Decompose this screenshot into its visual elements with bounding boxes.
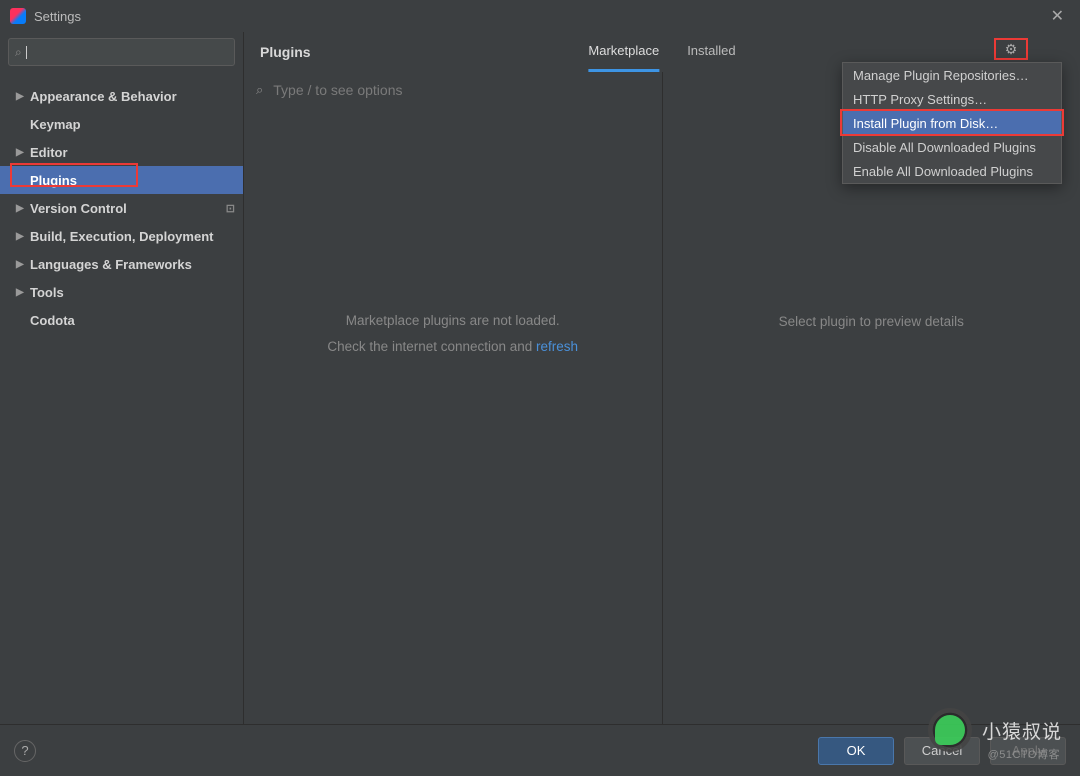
settings-tree: ▶Appearance & Behavior Keymap ▶Editor Pl…	[0, 72, 243, 334]
plugin-list-column: ⌕ Type / to see options Marketplace plug…	[244, 72, 663, 724]
gear-button[interactable]: ⚙	[994, 38, 1028, 60]
sidebar-item-version-control[interactable]: ▶Version Control ⊡	[0, 194, 243, 222]
search-placeholder: Type / to see options	[273, 82, 402, 98]
sidebar-item-label: Codota	[30, 313, 75, 328]
sidebar-item-label: Version Control	[30, 201, 127, 216]
empty-state: Marketplace plugins are not loaded. Chec…	[244, 108, 662, 724]
close-icon[interactable]: ✕	[1045, 6, 1070, 26]
sidebar-item-label: Appearance & Behavior	[30, 89, 177, 104]
sidebar-item-build-execution-deployment[interactable]: ▶Build, Execution, Deployment	[0, 222, 243, 250]
sidebar-item-codota[interactable]: Codota	[0, 306, 243, 334]
watermark-logo	[928, 708, 972, 752]
sidebar-item-label: Build, Execution, Deployment	[30, 229, 213, 244]
app-icon	[10, 8, 26, 24]
refresh-link[interactable]: refresh	[536, 339, 578, 354]
help-button[interactable]: ?	[14, 740, 36, 762]
chevron-right-icon: ▶	[16, 287, 30, 298]
tab-installed[interactable]: Installed	[687, 32, 735, 72]
chevron-right-icon: ▶	[16, 91, 30, 102]
sidebar-item-label: Plugins	[30, 173, 77, 188]
empty-state-text: Check the internet connection and	[327, 339, 536, 354]
chevron-right-icon: ▶	[16, 259, 30, 270]
sidebar-item-appearance-behavior[interactable]: ▶Appearance & Behavior	[0, 82, 243, 110]
titlebar: Settings ✕	[0, 0, 1080, 32]
menu-enable-all[interactable]: Enable All Downloaded Plugins	[843, 159, 1061, 183]
sidebar-search-input[interactable]: ⌕	[8, 38, 235, 66]
tabs: Marketplace Installed	[588, 32, 735, 72]
empty-state-line2: Check the internet connection and refres…	[327, 334, 578, 360]
window-title: Settings	[34, 9, 1045, 24]
watermark-sub: @51CTO博客	[988, 746, 1060, 762]
sidebar-item-label: Tools	[30, 285, 64, 300]
sidebar-item-keymap[interactable]: Keymap	[0, 110, 243, 138]
gear-icon: ⚙	[1005, 42, 1018, 56]
menu-manage-repositories[interactable]: Manage Plugin Repositories…	[843, 63, 1061, 87]
scope-badge-icon: ⊡	[226, 202, 235, 215]
sidebar-item-tools[interactable]: ▶Tools	[0, 278, 243, 306]
dialog-footer: ? OK Cancel Apply	[0, 724, 1080, 776]
tab-marketplace[interactable]: Marketplace	[588, 32, 659, 72]
chevron-right-icon: ▶	[16, 203, 30, 214]
sidebar: ⌕ ▶Appearance & Behavior Keymap ▶Editor …	[0, 32, 244, 724]
sidebar-item-label: Keymap	[30, 117, 81, 132]
preview-placeholder: Select plugin to preview details	[779, 314, 964, 329]
sidebar-item-plugins[interactable]: Plugins	[0, 166, 243, 194]
empty-state-line1: Marketplace plugins are not loaded.	[346, 308, 560, 334]
menu-install-from-disk[interactable]: Install Plugin from Disk…	[843, 111, 1061, 135]
gear-dropdown: Manage Plugin Repositories… HTTP Proxy S…	[842, 62, 1062, 184]
menu-http-proxy[interactable]: HTTP Proxy Settings…	[843, 87, 1061, 111]
sidebar-item-languages-frameworks[interactable]: ▶Languages & Frameworks	[0, 250, 243, 278]
watermark-text: 小猿叔说	[982, 717, 1062, 744]
search-icon: ⌕	[256, 82, 263, 98]
chevron-right-icon: ▶	[16, 231, 30, 242]
ok-button[interactable]: OK	[818, 737, 894, 765]
plugin-search-input[interactable]: ⌕ Type / to see options	[244, 72, 662, 108]
menu-disable-all[interactable]: Disable All Downloaded Plugins	[843, 135, 1061, 159]
page-title: Plugins	[260, 44, 311, 60]
text-cursor	[26, 46, 31, 59]
sidebar-item-editor[interactable]: ▶Editor	[0, 138, 243, 166]
sidebar-item-label: Editor	[30, 145, 68, 160]
sidebar-item-label: Languages & Frameworks	[30, 257, 192, 272]
chevron-right-icon: ▶	[16, 147, 30, 158]
search-icon: ⌕	[15, 45, 22, 60]
